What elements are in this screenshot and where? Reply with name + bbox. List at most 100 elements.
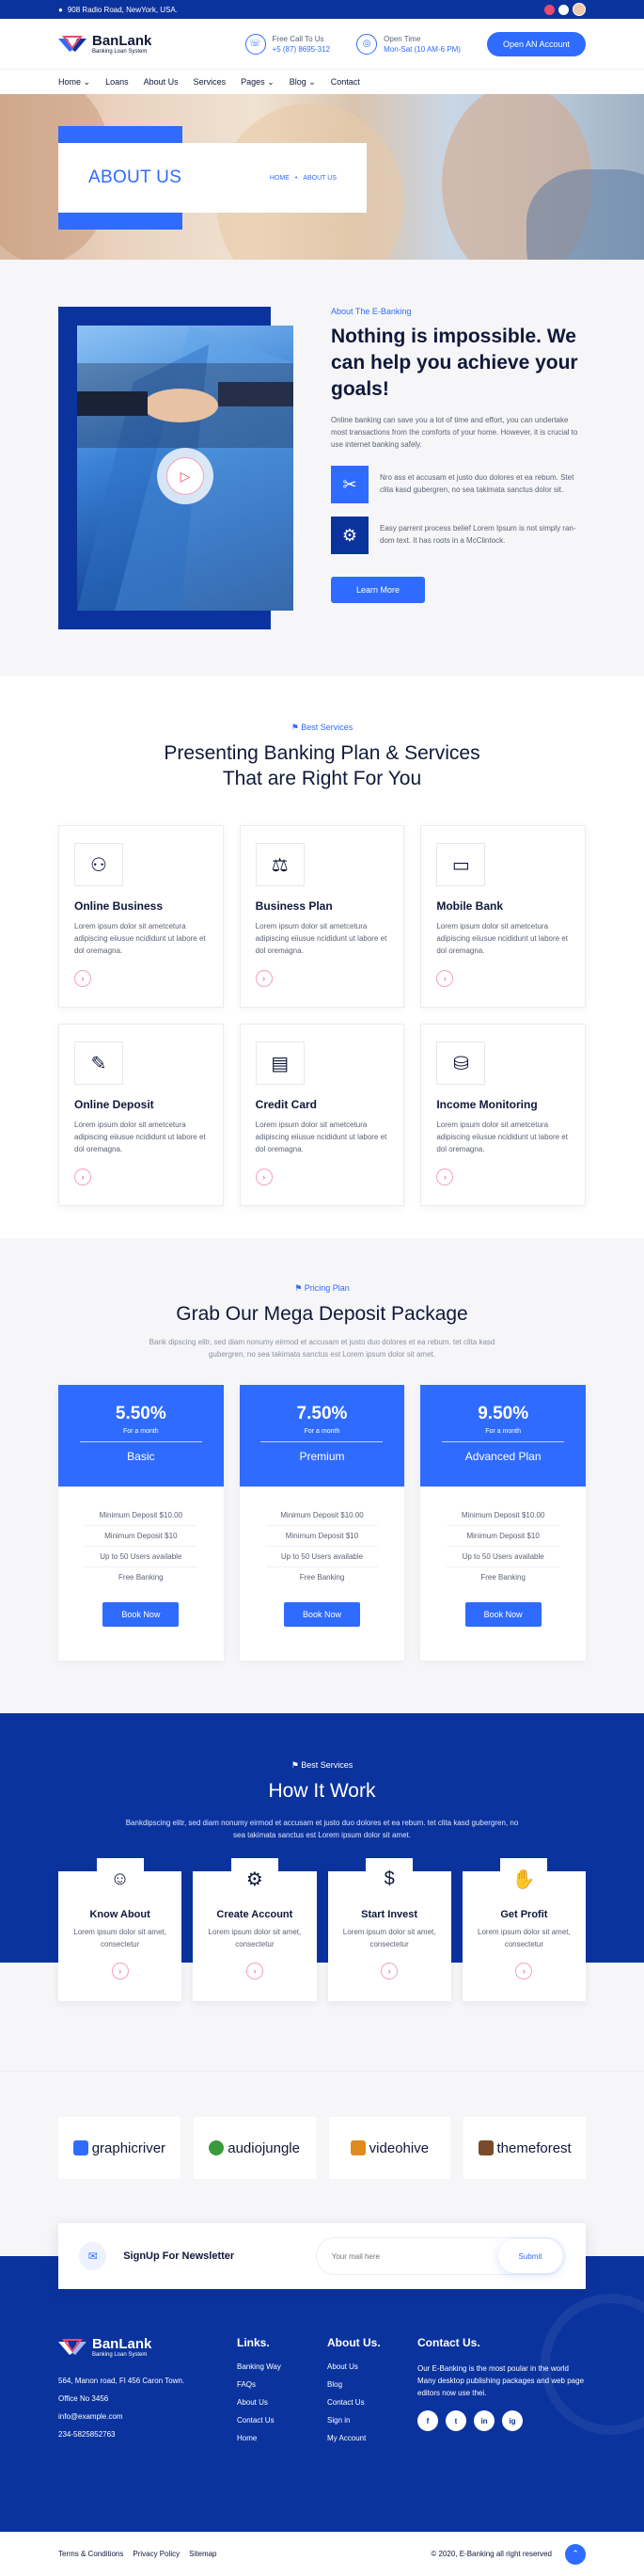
- book-now-button[interactable]: Book Now: [464, 1602, 542, 1627]
- plan-feature: Minimum Deposit $10.00: [85, 1505, 197, 1526]
- social-icon[interactable]: [558, 4, 569, 15]
- footer-email[interactable]: info@example.com: [58, 2410, 237, 2423]
- open-account-button[interactable]: Open AN Account: [486, 31, 586, 56]
- footer-contact-col: BanLank Banking Loan System 564, Manon r…: [58, 2336, 237, 2452]
- themeforest-logo-icon: [478, 2140, 494, 2155]
- footer-link[interactable]: My Account: [327, 2434, 417, 2442]
- profit-icon: ✋: [500, 1858, 548, 1900]
- footer-link[interactable]: Home: [237, 2434, 327, 2442]
- footer-link[interactable]: About Us: [237, 2398, 327, 2407]
- step-text: Lorem ipsum dolor sit amet, consectetur: [342, 1928, 436, 1948]
- footer-link[interactable]: About Us: [327, 2362, 417, 2371]
- facebook-icon[interactable]: f: [417, 2410, 438, 2431]
- arrow-right-icon[interactable]: ›: [111, 1963, 129, 1980]
- step-card[interactable]: ✋ Get Profit Lorem ipsum dolor sit amet,…: [462, 1858, 586, 2001]
- arrow-right-icon[interactable]: ›: [245, 1963, 263, 1980]
- mail-icon: ✉: [79, 2242, 107, 2270]
- service-text: Lorem ipsum dolor sit ametcetura adipisc…: [74, 1121, 206, 1153]
- footer-phone[interactable]: 234-5825852763: [58, 2428, 237, 2441]
- location-pin-icon: ●: [58, 5, 63, 14]
- breadcrumb-home[interactable]: HOME: [270, 175, 290, 182]
- nav-pages[interactable]: Pages ⌄: [241, 77, 275, 87]
- arrow-right-icon[interactable]: ›: [255, 970, 273, 987]
- newsletter-email-input[interactable]: [331, 2251, 473, 2261]
- plan-feature: Up to 50 Users available: [85, 1547, 197, 1567]
- service-title: Mobile Bank: [436, 899, 504, 913]
- play-icon: ▷: [166, 457, 204, 495]
- footer-link[interactable]: Sign in: [327, 2416, 417, 2425]
- service-card[interactable]: ⚖ Business Plan Lorem ipsum dolor sit am…: [239, 825, 405, 1008]
- privacy-link[interactable]: Privacy Policy: [133, 2550, 180, 2558]
- plan-name: Advanced Plan: [464, 1450, 542, 1463]
- service-card[interactable]: ▭ Mobile Bank Lorem ipsum dolor sit amet…: [420, 825, 586, 1008]
- breadcrumb-separator: •: [294, 174, 298, 182]
- twitter-icon[interactable]: t: [446, 2410, 466, 2431]
- service-text: Lorem ipsum dolor sit ametcetura adipisc…: [436, 1121, 568, 1153]
- service-card[interactable]: ⛁ Income Monitoring Lorem ipsum dolor si…: [420, 1024, 586, 1206]
- instagram-icon[interactable]: ig: [502, 2410, 523, 2431]
- newsletter-submit-button[interactable]: Submit: [498, 2239, 562, 2273]
- partner-logo-themeforest[interactable]: themeforest: [463, 2117, 586, 2179]
- audiojungle-logo-icon: [209, 2140, 225, 2155]
- footer-link[interactable]: Blog: [327, 2380, 417, 2389]
- step-card[interactable]: ☺ Know About Lorem ipsum dolor sit amet,…: [58, 1858, 182, 2001]
- about-feature: ✂ Nro ass et accusam et justo duo dolore…: [331, 466, 586, 503]
- nav-loans[interactable]: Loans: [105, 77, 129, 87]
- video-play-button[interactable]: ▷: [157, 448, 213, 504]
- footer-logo[interactable]: BanLank Banking Loan System: [58, 2336, 237, 2358]
- arrow-right-icon[interactable]: ›: [436, 1169, 454, 1185]
- partner-logo-audiojungle[interactable]: audiojungle: [193, 2117, 316, 2179]
- plan-feature: Free Banking: [299, 1573, 345, 1582]
- footer-logo-tagline: Banking Loan System: [92, 2352, 148, 2358]
- logo-tagline: Banking Loan System: [92, 49, 148, 55]
- terms-link[interactable]: Terms & Conditions: [58, 2550, 123, 2558]
- network-icon: ⚇: [74, 843, 123, 886]
- book-now-button[interactable]: Book Now: [102, 1602, 180, 1627]
- nav-blog[interactable]: Blog ⌄: [290, 77, 316, 87]
- book-now-button[interactable]: Book Now: [283, 1602, 360, 1627]
- footer-about-title: About Us.: [327, 2336, 381, 2349]
- site-logo[interactable]: BanLank Banking Loan System: [58, 33, 151, 55]
- arrow-right-icon[interactable]: ›: [515, 1963, 533, 1980]
- footer-link[interactable]: Banking Way: [237, 2362, 327, 2371]
- linkedin-icon[interactable]: in: [474, 2410, 495, 2431]
- deposit-icon: ✎: [74, 1042, 123, 1085]
- step-card[interactable]: ⚙ Create Account Lorem ipsum dolor sit a…: [193, 1858, 317, 2001]
- sitemap-link[interactable]: Sitemap: [189, 2550, 216, 2558]
- service-text: Lorem ipsum dolor sit ametcetura adipisc…: [74, 922, 206, 955]
- service-card[interactable]: ✎ Online Deposit Lorem ipsum dolor sit a…: [58, 1024, 224, 1206]
- service-card[interactable]: ▤ Credit Card Lorem ipsum dolor sit amet…: [239, 1024, 405, 1206]
- plan-name: Premium: [299, 1450, 345, 1463]
- breadcrumb: HOME • ABOUT US: [270, 175, 337, 182]
- service-title: Income Monitoring: [436, 1098, 538, 1111]
- social-icon[interactable]: [544, 4, 555, 15]
- arrow-right-icon[interactable]: ›: [74, 970, 91, 987]
- footer-links-col: Links. Banking Way FAQs About Us Contact…: [237, 2336, 327, 2452]
- service-text: Lorem ipsum dolor sit ametcetura adipisc…: [255, 922, 387, 955]
- partner-logo-videohive[interactable]: videohive: [328, 2117, 451, 2179]
- user-avatar[interactable]: [573, 3, 586, 16]
- arrow-right-icon[interactable]: ›: [436, 970, 454, 987]
- arrow-right-icon[interactable]: ›: [255, 1169, 273, 1185]
- nav-home[interactable]: Home ⌄: [58, 77, 90, 87]
- step-text: Lorem ipsum dolor sit amet, consectetur: [73, 1928, 166, 1948]
- header-call[interactable]: ☏ Free Call To Us +5 (87) 8695-312: [244, 33, 331, 55]
- pricing-kicker: ⚑ Pricing Plan: [294, 1283, 350, 1293]
- pricing-kicker-text: Pricing Plan: [304, 1283, 350, 1293]
- nav-contact[interactable]: Contact: [331, 77, 360, 87]
- service-title: Online Business: [74, 899, 164, 913]
- plan-rate: 5.50%: [115, 1404, 166, 1423]
- learn-more-button[interactable]: Learn More: [331, 577, 426, 603]
- step-card[interactable]: $ Start Invest Lorem ipsum dolor sit ame…: [327, 1858, 451, 2001]
- services-kicker: ⚑ Best Services: [291, 723, 353, 732]
- footer-link[interactable]: Contact Us: [327, 2398, 417, 2407]
- arrow-right-icon[interactable]: ›: [74, 1169, 91, 1185]
- partner-logo-graphicriver[interactable]: graphicriver: [58, 2117, 181, 2179]
- arrow-right-icon[interactable]: ›: [381, 1963, 399, 1980]
- nav-services[interactable]: Services: [194, 77, 227, 87]
- call-value: +5 (87) 8695-312: [272, 44, 331, 54]
- footer-link[interactable]: Contact Us: [237, 2416, 327, 2425]
- service-card[interactable]: ⚇ Online Business Lorem ipsum dolor sit …: [58, 825, 224, 1008]
- footer-link[interactable]: FAQs: [237, 2380, 327, 2389]
- nav-about[interactable]: About Us: [144, 77, 179, 87]
